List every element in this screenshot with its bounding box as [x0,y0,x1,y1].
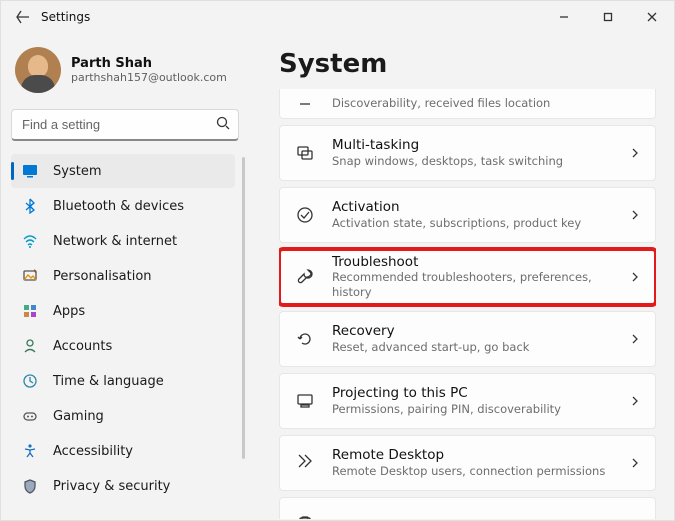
chevron-right-icon [629,392,641,411]
card-clipboard[interactable]: Clipboard [279,497,656,519]
troubleshoot-icon [294,266,316,288]
card-title: Multi-tasking [332,137,629,153]
sidebar-item-label: Personalisation [53,269,152,284]
accessibility-icon [21,442,39,460]
card-sub: Recommended troubleshooters, preferences… [332,270,629,300]
sidebar-item-label: Bluetooth & devices [53,199,184,214]
card-remote-desktop[interactable]: Remote DesktopRemote Desktop users, conn… [279,435,656,491]
profile[interactable]: Parth Shah parthshah157@outlook.com [9,41,249,103]
nav-list: System Bluetooth & devices Network & int… [9,153,243,504]
card-title: Recovery [332,323,629,339]
dash-icon [294,93,316,115]
card-sub: Permissions, pairing PIN, discoverabilit… [332,402,629,417]
bluetooth-icon [21,197,39,215]
close-button[interactable] [630,1,674,33]
chevron-right-icon [629,516,641,520]
search-box[interactable] [11,109,239,141]
multitasking-icon [294,142,316,164]
card-troubleshoot[interactable]: TroubleshootRecommended troubleshooters,… [279,249,656,305]
chevron-right-icon [629,330,641,349]
chevron-right-icon [629,268,641,287]
sidebar-item-bluetooth[interactable]: Bluetooth & devices [11,189,235,223]
sidebar-item-label: Accounts [53,339,112,354]
sidebar-item-label: Gaming [53,409,104,424]
search-icon [216,115,230,134]
time-icon [21,372,39,390]
sidebar-item-network[interactable]: Network & internet [11,224,235,258]
avatar [15,47,61,93]
sidebar-item-time[interactable]: Time & language [11,364,235,398]
clipboard-icon [294,514,316,519]
sidebar-item-personalisation[interactable]: Personalisation [11,259,235,293]
recovery-icon [294,328,316,350]
system-icon [21,162,39,180]
apps-icon [21,302,39,320]
card-title: Clipboard [332,517,629,519]
card-title: Activation [332,199,629,215]
sidebar-item-label: Accessibility [53,444,133,459]
sidebar-item-label: Apps [53,304,85,319]
card-sub: Discoverability, received files location [332,96,641,111]
sidebar-item-label: Privacy & security [53,479,170,494]
privacy-icon [21,477,39,495]
sidebar-item-system[interactable]: System [11,154,235,188]
maximize-button[interactable] [586,1,630,33]
remote-desktop-icon [294,452,316,474]
sidebar-item-label: Network & internet [53,234,177,249]
card-sub: Snap windows, desktops, task switching [332,154,629,169]
profile-email: parthshah157@outlook.com [71,71,227,84]
minimize-button[interactable] [542,1,586,33]
personalisation-icon [21,267,39,285]
card-title: Projecting to this PC [332,385,629,401]
window-title: Settings [41,10,90,24]
gaming-icon [21,407,39,425]
card-sub: Remote Desktop users, connection permiss… [332,464,629,479]
sidebar: Parth Shah parthshah157@outlook.com Syst… [1,33,249,520]
card-projecting[interactable]: Projecting to this PCPermissions, pairin… [279,373,656,429]
chevron-right-icon [629,144,641,163]
main-content: System Discoverability, received files l… [249,33,674,520]
activation-icon [294,204,316,226]
card-nearby-sharing[interactable]: Discoverability, received files location [279,89,656,119]
sidebar-item-label: System [53,164,101,179]
search-input[interactable] [20,116,216,133]
card-sub: Reset, advanced start-up, go back [332,340,629,355]
sidebar-item-label: Time & language [53,374,164,389]
profile-name: Parth Shah [71,56,227,71]
sidebar-item-privacy[interactable]: Privacy & security [11,469,235,503]
projecting-icon [294,390,316,412]
back-button[interactable] [9,3,37,31]
sidebar-item-apps[interactable]: Apps [11,294,235,328]
accounts-icon [21,337,39,355]
sidebar-item-accounts[interactable]: Accounts [11,329,235,363]
card-sub: Activation state, subscriptions, product… [332,216,629,231]
sidebar-item-accessibility[interactable]: Accessibility [11,434,235,468]
sidebar-item-gaming[interactable]: Gaming [11,399,235,433]
card-recovery[interactable]: RecoveryReset, advanced start-up, go bac… [279,311,656,367]
title-bar: Settings [1,1,674,33]
card-activation[interactable]: ActivationActivation state, subscription… [279,187,656,243]
chevron-right-icon [629,206,641,225]
card-title: Remote Desktop [332,447,629,463]
page-title: System [279,49,656,79]
sidebar-scrollbar[interactable] [242,157,245,459]
card-multitasking[interactable]: Multi-taskingSnap windows, desktops, tas… [279,125,656,181]
chevron-right-icon [629,454,641,473]
network-icon [21,232,39,250]
card-title: Troubleshoot [332,254,629,270]
